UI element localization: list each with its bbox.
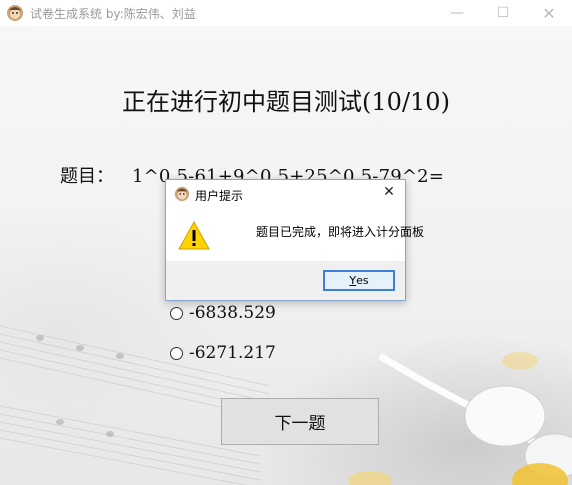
question-label: 题目： bbox=[60, 166, 114, 187]
yes-mnemonic: Y bbox=[349, 274, 357, 287]
radio-button[interactable] bbox=[170, 306, 183, 320]
maximize-button[interactable]: ☐ bbox=[480, 0, 526, 26]
dialog-body: 题目已完成，即将进入计分面板 bbox=[166, 209, 424, 261]
dialog-titlebar: 用户提示 ✕ bbox=[166, 180, 405, 209]
close-button[interactable]: ✕ bbox=[526, 0, 572, 26]
answer-option-4[interactable]: -6271.217 bbox=[170, 343, 276, 363]
next-question-button[interactable]: 下一题 bbox=[221, 398, 379, 445]
answer-option-text: -6838.529 bbox=[189, 303, 276, 323]
window-titlebar: 试卷生成系统 by:陈宏伟、刘益 — ☐ ✕ bbox=[0, 0, 572, 26]
yes-button[interactable]: Yes bbox=[323, 270, 395, 291]
minimize-button[interactable]: — bbox=[434, 0, 480, 26]
dialog-footer: Yes bbox=[166, 261, 405, 300]
answer-option-3[interactable]: -6838.529 bbox=[170, 303, 276, 323]
window-title: 试卷生成系统 by:陈宏伟、刘益 bbox=[30, 7, 196, 21]
yes-label-rest: es bbox=[356, 274, 369, 287]
dialog-close-icon[interactable]: ✕ bbox=[379, 184, 399, 200]
dialog-message: 题目已完成，即将进入计分面板 bbox=[256, 225, 425, 239]
answer-option-text: -6271.217 bbox=[189, 343, 276, 363]
app-icon bbox=[7, 5, 23, 21]
app-icon bbox=[174, 186, 190, 202]
radio-button[interactable] bbox=[170, 346, 183, 360]
page-title: 正在进行初中题目测试(10/10) bbox=[122, 88, 450, 116]
warning-icon bbox=[178, 221, 210, 250]
dialog-title: 用户提示 bbox=[195, 189, 244, 203]
message-dialog: 用户提示 ✕ 题目已完成，即将进入计分面板 Yes bbox=[165, 179, 424, 301]
